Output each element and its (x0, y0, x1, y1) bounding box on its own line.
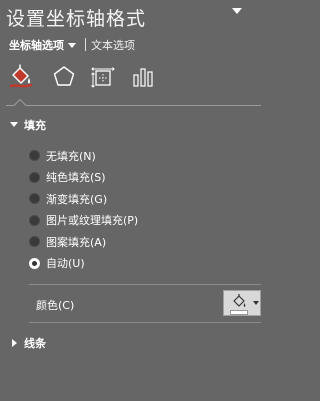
radio-button[interactable] (29, 193, 40, 205)
subtab-divider (85, 38, 86, 51)
fill-option-label: 纯色填充(S) (46, 171, 106, 185)
section-divider (29, 322, 261, 323)
effects-pentagon-icon[interactable] (51, 64, 77, 92)
fill-line-icon[interactable] (8, 64, 34, 92)
color-label: 颜色(C) (36, 299, 75, 312)
fill-option-picture-texture[interactable]: 图片或纹理填充(P) (29, 210, 249, 232)
subtab-axis-options[interactable]: 坐标轴选项 (9, 39, 64, 52)
format-axis-pane: 设置坐标轴格式 坐标轴选项 文本选项 填充 无填充(N) 纯色填充(S) 渐变填… (0, 0, 261, 401)
radio-button[interactable] (29, 214, 40, 226)
fill-option-label: 自动(U) (46, 257, 85, 271)
fill-option-label: 无填充(N) (46, 149, 96, 163)
fill-option-none[interactable]: 无填充(N) (29, 145, 249, 167)
line-section-title: 线条 (24, 337, 46, 350)
radio-button-selected[interactable] (29, 257, 40, 269)
pane-title: 设置坐标轴格式 (6, 8, 147, 30)
fill-option-label: 图片或纹理填充(P) (46, 214, 139, 228)
fill-option-label: 渐变填充(G) (46, 192, 108, 206)
fill-options-list: 无填充(N) 纯色填充(S) 渐变填充(G) 图片或纹理填充(P) 图案填充(A… (29, 145, 249, 274)
radio-button[interactable] (29, 171, 40, 183)
paint-bucket-icon (233, 294, 246, 307)
section-divider (29, 284, 261, 285)
active-tab-indicator (6, 98, 261, 106)
size-properties-icon[interactable] (90, 64, 116, 92)
radio-button[interactable] (29, 236, 40, 248)
fill-section-header[interactable]: 填充 (10, 117, 46, 133)
collapse-triangle-icon[interactable] (10, 121, 18, 129)
fill-option-pattern[interactable]: 图案填充(A) (29, 231, 249, 253)
pane-options-chevron-icon[interactable] (230, 5, 244, 19)
fill-option-automatic[interactable]: 自动(U) (29, 253, 249, 275)
line-section-header[interactable]: 线条 (10, 335, 46, 351)
fill-section-title: 填充 (24, 119, 46, 132)
fill-option-gradient[interactable]: 渐变填充(G) (29, 188, 249, 210)
radio-button[interactable] (29, 150, 40, 162)
expand-triangle-icon[interactable] (10, 339, 18, 347)
fill-option-label: 图案填充(A) (46, 235, 107, 249)
axis-options-bar-chart-icon[interactable] (130, 64, 156, 92)
subtab-bar: 坐标轴选项 文本选项 (9, 37, 135, 53)
fill-option-solid[interactable]: 纯色填充(S) (29, 167, 249, 189)
color-swatch (230, 310, 248, 315)
chevron-down-icon[interactable] (68, 42, 76, 48)
subtab-text-options[interactable]: 文本选项 (91, 39, 135, 52)
color-picker-button[interactable] (223, 290, 261, 316)
